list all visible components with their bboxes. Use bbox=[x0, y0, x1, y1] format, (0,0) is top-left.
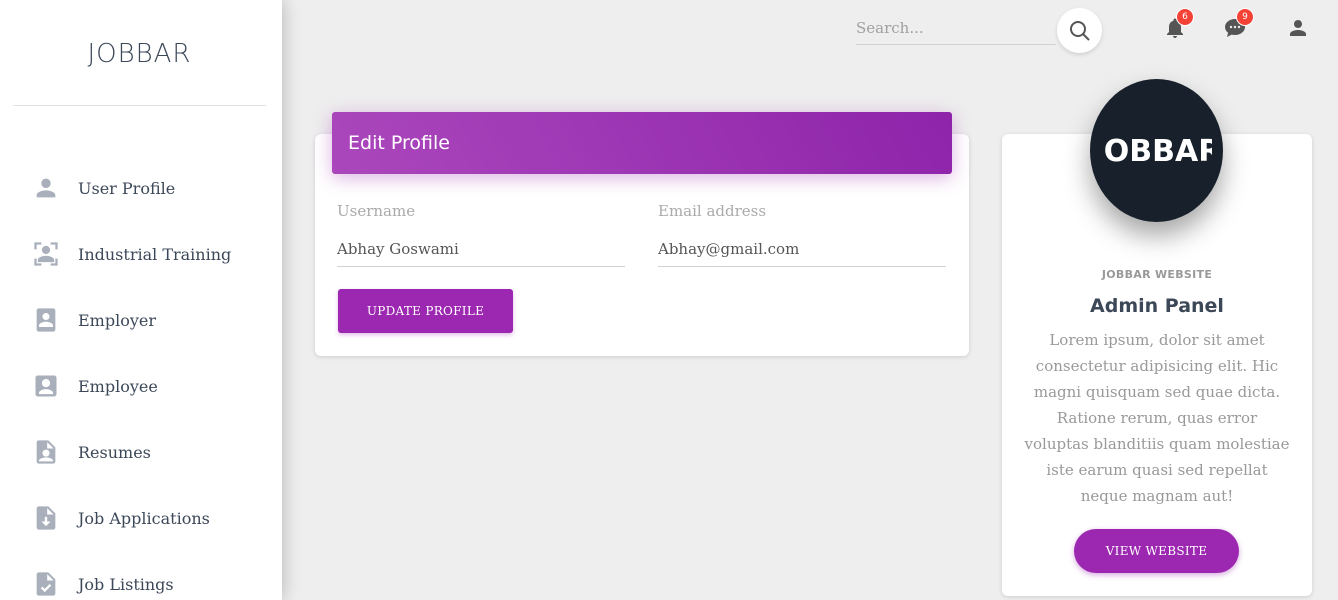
sidebar-brand: JOBBAR bbox=[13, 0, 266, 106]
view-website-button[interactable]: VIEW WEBSITE bbox=[1074, 529, 1239, 573]
account-button[interactable] bbox=[1285, 15, 1311, 41]
search-field[interactable] bbox=[856, 11, 1056, 45]
sidebar-nav: User Profile Industrial Training Employe… bbox=[0, 155, 282, 600]
contact-frame-icon bbox=[32, 240, 60, 268]
sidebar-item-resumes[interactable]: Resumes bbox=[0, 419, 282, 485]
sidebar-item-label: User Profile bbox=[78, 178, 176, 198]
account-box-icon bbox=[32, 372, 60, 400]
sidebar-item-label: Job Listings bbox=[78, 574, 174, 594]
sidebar-item-job-listings[interactable]: Job Listings bbox=[0, 551, 282, 600]
notifications-badge: 6 bbox=[1176, 8, 1194, 26]
sidebar-item-user-profile[interactable]: User Profile bbox=[0, 155, 282, 221]
profile-description: Lorem ipsum, dolor sit amet consectetur … bbox=[1024, 331, 1290, 505]
profile-title: Admin Panel bbox=[1090, 295, 1224, 317]
search-input[interactable] bbox=[856, 11, 1056, 44]
file-check-icon bbox=[32, 570, 60, 598]
jobbar-logo: JOBBAR bbox=[1102, 134, 1212, 169]
brand-logo-text[interactable]: JOBBAR bbox=[87, 37, 191, 69]
avatar: JOBBAR bbox=[1090, 79, 1223, 222]
messages-button[interactable]: 9 bbox=[1222, 8, 1254, 41]
sidebar-item-employer[interactable]: Employer bbox=[0, 287, 282, 353]
sidebar-item-label: Resumes bbox=[78, 442, 151, 462]
username-group: Username bbox=[337, 202, 625, 267]
sidebar-item-label: Industrial Training bbox=[78, 244, 232, 264]
email-group: Email address bbox=[658, 202, 946, 267]
sidebar-item-job-applications[interactable]: Job Applications bbox=[0, 485, 282, 551]
card-title: Edit Profile bbox=[348, 132, 450, 154]
file-download-icon bbox=[32, 504, 60, 532]
sidebar-item-label: Employer bbox=[78, 310, 156, 330]
resume-icon bbox=[32, 438, 60, 466]
notifications-button[interactable]: 6 bbox=[1162, 8, 1194, 41]
main-content: 6 9 Edit Profile Username Email address … bbox=[282, 0, 1338, 600]
person-icon bbox=[32, 174, 60, 202]
search-button[interactable] bbox=[1057, 8, 1102, 53]
profile-subtitle: JOBBAR WEBSITE bbox=[1101, 268, 1213, 281]
email-field[interactable] bbox=[658, 237, 946, 267]
email-label: Email address bbox=[658, 202, 767, 220]
update-profile-button[interactable]: UPDATE PROFILE bbox=[338, 289, 513, 333]
sidebar-item-industrial-training[interactable]: Industrial Training bbox=[0, 221, 282, 287]
person-icon bbox=[1290, 20, 1306, 36]
sidebar-item-label: Employee bbox=[78, 376, 158, 396]
sidebar-item-label: Job Applications bbox=[78, 508, 210, 528]
portrait-icon bbox=[32, 306, 60, 334]
search-icon bbox=[1069, 20, 1090, 41]
sidebar-item-employee[interactable]: Employee bbox=[0, 353, 282, 419]
jobbar-logo-text: JOBBAR bbox=[1102, 134, 1212, 169]
messages-badge: 9 bbox=[1236, 8, 1254, 26]
username-label: Username bbox=[337, 202, 416, 220]
edit-profile-card: Edit Profile Username Email address UPDA… bbox=[315, 112, 969, 356]
card-header: Edit Profile bbox=[332, 112, 952, 174]
profile-card: JOBBAR JOBBAR WEBSITE Admin Panel Lorem … bbox=[1002, 79, 1312, 596]
sidebar: JOBBAR User Profile Industrial Training … bbox=[0, 0, 282, 600]
username-field[interactable] bbox=[337, 237, 625, 267]
